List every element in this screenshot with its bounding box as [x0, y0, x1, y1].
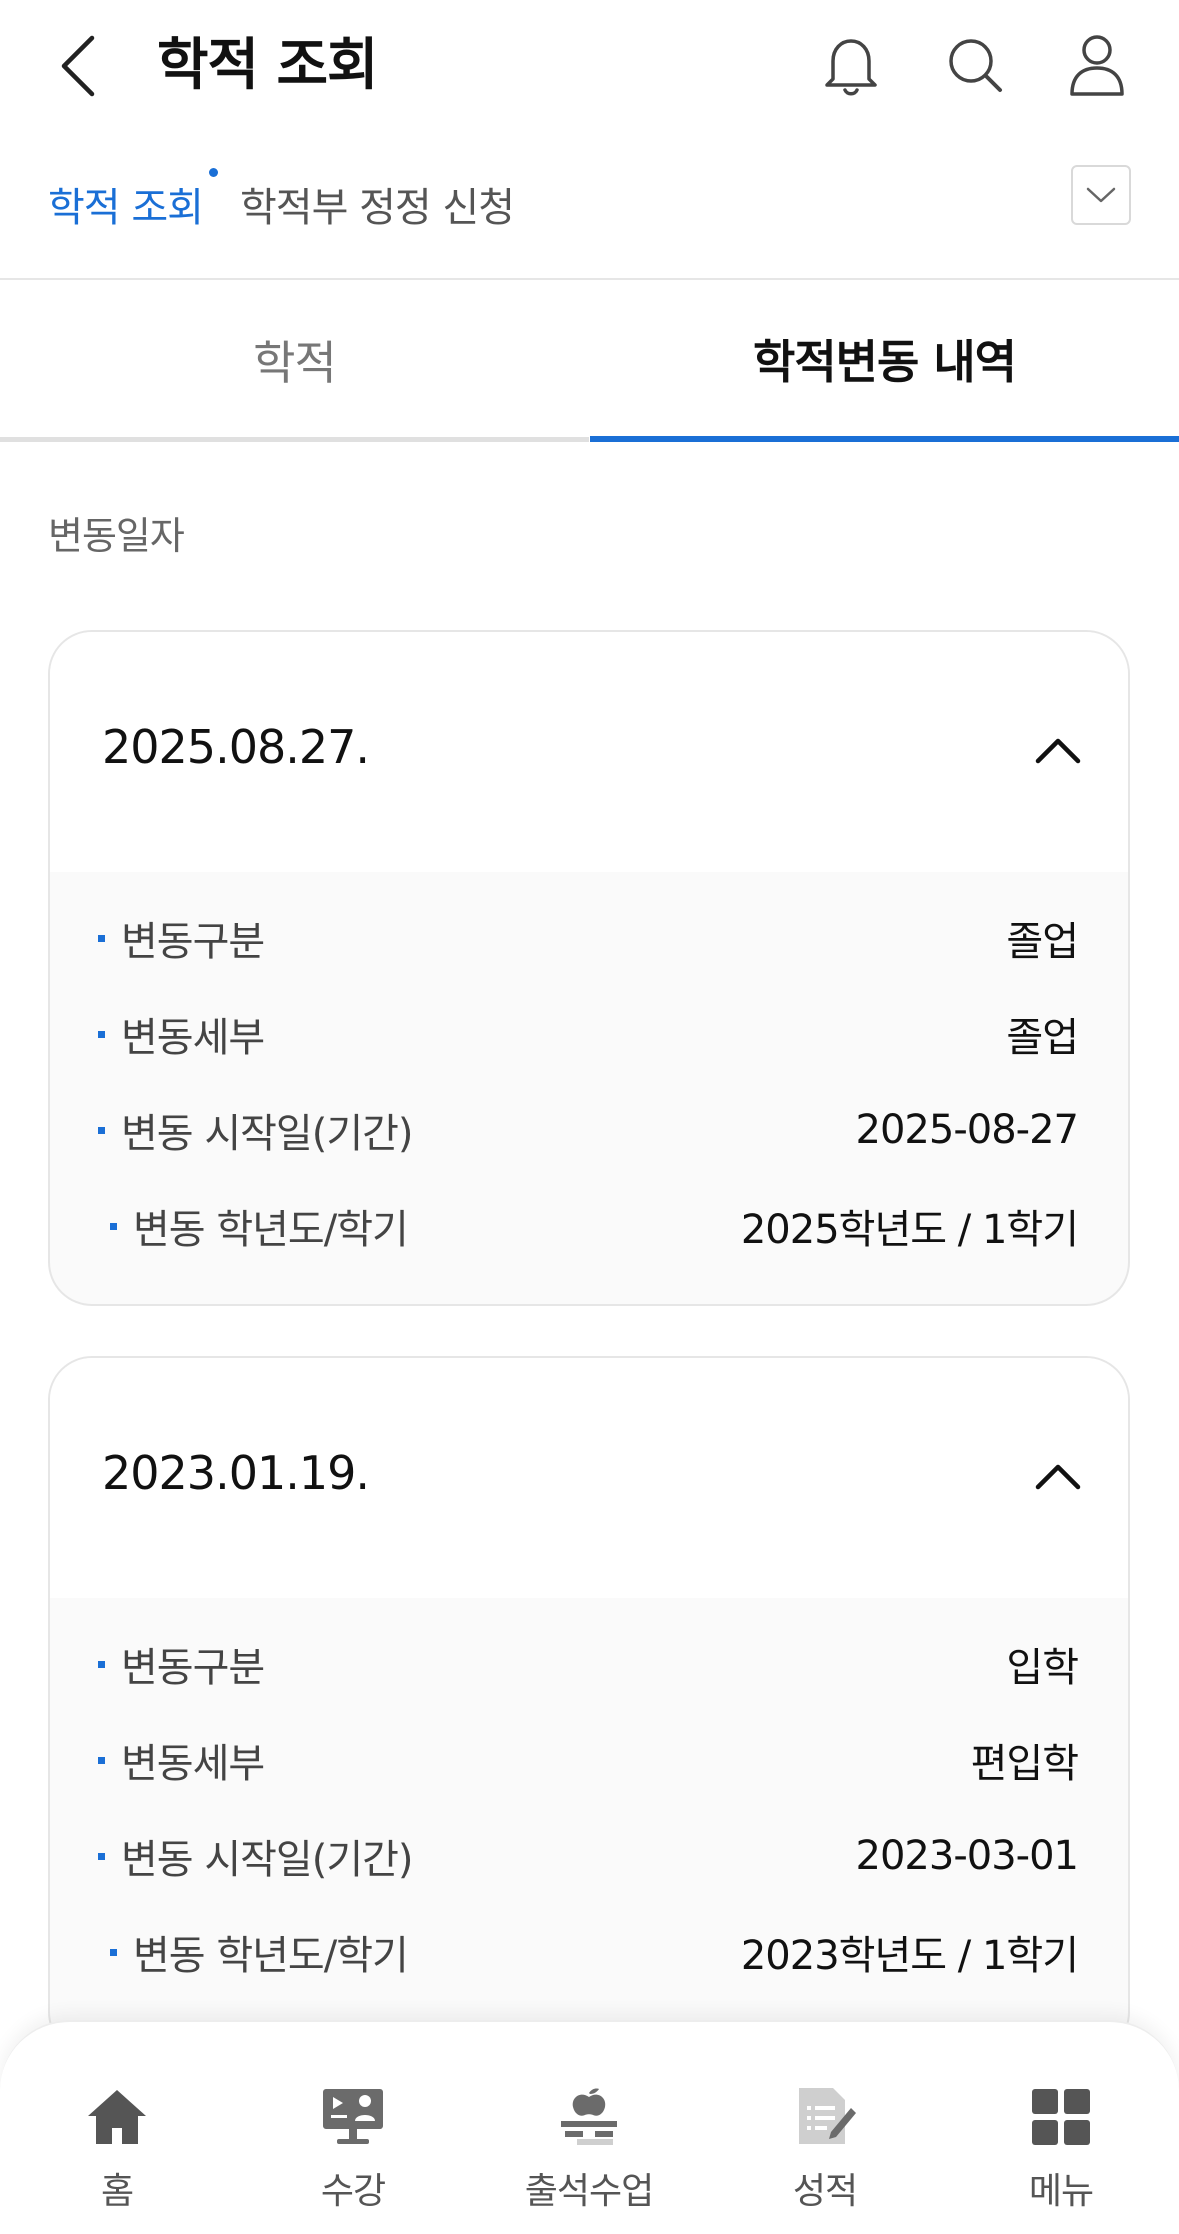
bullet-icon	[110, 1222, 117, 1230]
bottom-nav-attendance-class[interactable]: 출석수업	[489, 2084, 689, 2214]
lecture-icon	[323, 2089, 383, 2144]
record-row: 변동세부 졸업	[98, 986, 1079, 1082]
record-card-body: 변동구분 졸업 변동세부 졸업 변동 시작일(기간) 2025-08-27 변동…	[50, 872, 1128, 1274]
record-row: 변동 학년도/학기 2023학년도 / 1학기	[98, 1904, 1079, 2000]
search-button[interactable]	[940, 30, 1010, 100]
record-card: 2023.01.19. 변동구분 입학 변동세부 편입학 변동 시작일(기간) …	[48, 1356, 1130, 2056]
row-label: 변동세부	[121, 1015, 265, 1061]
bullet-icon	[98, 1756, 105, 1764]
row-label: 변동 학년도/학기	[133, 1207, 409, 1253]
record-row: 변동 학년도/학기 2025학년도 / 1학기	[98, 1178, 1079, 1274]
chevron-up-icon	[1035, 1464, 1081, 1490]
grades-icon	[799, 2088, 856, 2144]
row-value: 졸업	[1006, 1015, 1079, 1061]
bottom-nav-lecture[interactable]: 수강	[253, 2084, 453, 2214]
tab-status-change-history[interactable]: 학적변동 내역	[590, 282, 1179, 442]
row-value: 졸업	[1006, 919, 1079, 965]
row-label: 변동구분	[121, 1645, 265, 1691]
record-row: 변동구분 졸업	[98, 890, 1079, 986]
chevron-up-icon	[1035, 738, 1081, 764]
record-card: 2025.08.27. 변동구분 졸업 변동세부 졸업 변동 시작일(기간) 2…	[48, 630, 1130, 1306]
record-card-body: 변동구분 입학 변동세부 편입학 변동 시작일(기간) 2023-03-01 변…	[50, 1598, 1128, 2000]
bullet-icon	[98, 934, 105, 942]
bullet-icon	[98, 1126, 105, 1134]
chevron-left-icon	[61, 35, 95, 97]
bottom-nav-label: 홈	[100, 2171, 134, 2212]
back-button[interactable]	[48, 30, 108, 102]
subnav-item-academic-record[interactable]: 학적 조회	[48, 180, 204, 236]
bottom-nav-label: 성적	[792, 2171, 858, 2212]
notification-button[interactable]	[816, 30, 886, 100]
subnav-item-correction-request[interactable]: 학적부 정정 신청	[240, 180, 515, 236]
bottom-navigation: 홈 수강 출석수업 성적 메뉴	[0, 2020, 1179, 2234]
bottom-nav-home[interactable]: 홈	[17, 2084, 217, 2214]
record-date: 2025.08.27.	[102, 720, 370, 774]
user-icon	[1070, 35, 1124, 96]
bottom-nav-label: 출석수업	[524, 2171, 654, 2212]
bottom-nav-label: 수강	[320, 2171, 386, 2212]
page-title: 학적 조회	[157, 33, 379, 98]
bullet-icon	[98, 1852, 105, 1860]
profile-button[interactable]	[1062, 30, 1132, 100]
search-icon	[949, 39, 1002, 92]
menu-grid-icon	[1032, 2089, 1090, 2145]
collapse-toggle[interactable]	[1028, 1446, 1088, 1506]
row-label: 변동 시작일(기간)	[121, 1837, 414, 1883]
collapse-toggle[interactable]	[1028, 720, 1088, 780]
row-value: 2023학년도 / 1학기	[740, 1933, 1079, 1979]
record-card-header[interactable]: 2025.08.27.	[50, 632, 1128, 872]
row-value: 2025-08-27	[855, 1107, 1079, 1153]
chevron-down-icon	[1086, 187, 1116, 203]
record-row: 변동 시작일(기간) 2025-08-27	[98, 1082, 1079, 1178]
bullet-icon	[98, 1660, 105, 1668]
bell-icon	[825, 39, 877, 96]
bottom-nav-label: 메뉴	[1028, 2171, 1094, 2212]
row-label: 변동 시작일(기간)	[121, 1111, 414, 1157]
attendance-class-icon	[561, 2088, 617, 2145]
tab-academic-status[interactable]: 학적	[0, 282, 589, 442]
subnav-dropdown-button[interactable]	[1071, 165, 1131, 225]
row-value: 입학	[1006, 1645, 1079, 1691]
row-label: 변동구분	[121, 919, 265, 965]
bottom-nav-grades[interactable]: 성적	[725, 2084, 925, 2214]
record-row: 변동세부 편입학	[98, 1712, 1079, 1808]
section-label: 변동일자	[48, 514, 185, 558]
tab-bar: 학적 학적변동 내역	[0, 282, 1179, 442]
row-value: 편입학	[970, 1741, 1079, 1787]
row-value: 2023-03-01	[855, 1833, 1079, 1879]
app-header: 학적 조회	[0, 0, 1179, 135]
bullet-icon	[98, 1030, 105, 1038]
bullet-icon	[110, 1948, 117, 1956]
row-label: 변동 학년도/학기	[133, 1933, 409, 1979]
home-icon	[88, 2090, 146, 2144]
record-date: 2023.01.19.	[102, 1446, 370, 1500]
bottom-nav-menu[interactable]: 메뉴	[961, 2084, 1161, 2214]
record-row: 변동 시작일(기간) 2023-03-01	[98, 1808, 1079, 1904]
record-row: 변동구분 입학	[98, 1616, 1079, 1712]
active-indicator-dot	[209, 168, 218, 177]
sub-navigation: 학적 조회 학적부 정정 신청	[0, 150, 1179, 280]
row-value: 2025학년도 / 1학기	[740, 1207, 1079, 1253]
row-label: 변동세부	[121, 1741, 265, 1787]
record-card-header[interactable]: 2023.01.19.	[50, 1358, 1128, 1598]
